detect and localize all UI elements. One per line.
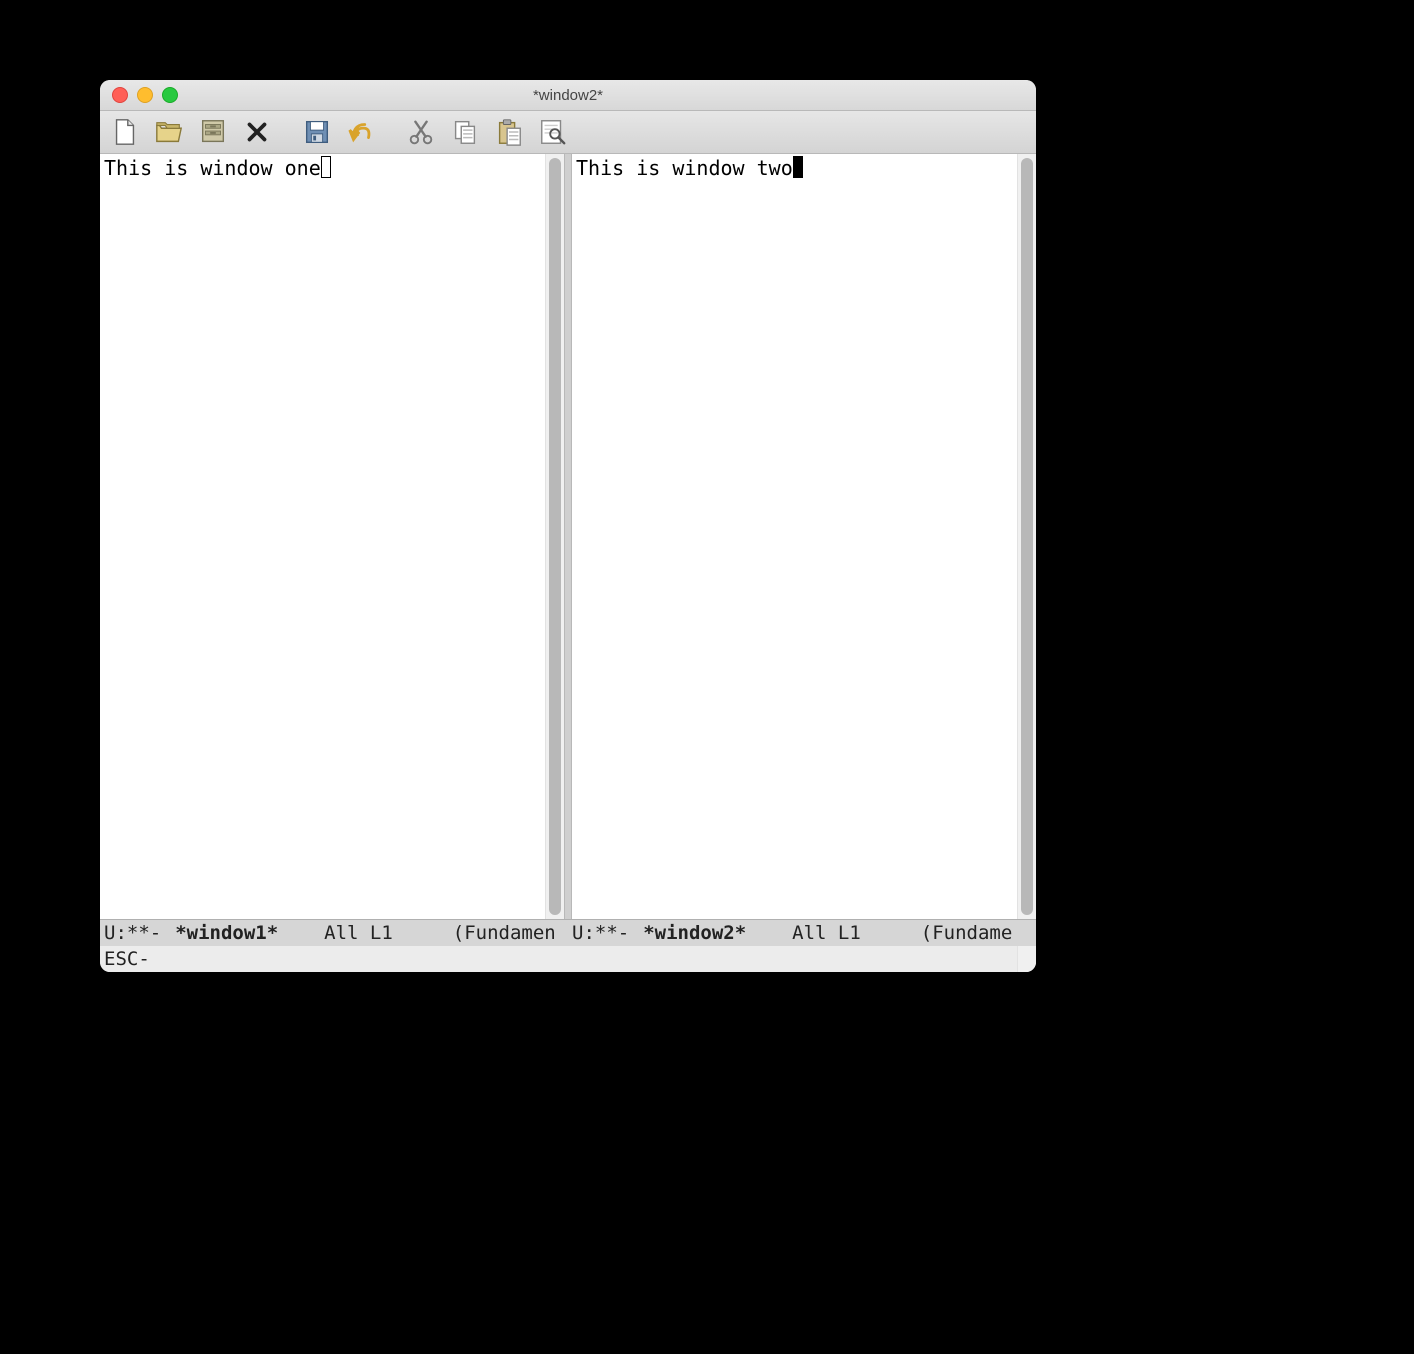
pane-divider[interactable] <box>564 154 572 919</box>
search-icon <box>538 117 568 147</box>
toolbar <box>100 111 1036 154</box>
app-window: *window2* <box>100 80 1036 972</box>
right-text: This is window two <box>576 156 793 180</box>
copy-icon <box>450 117 480 147</box>
search-button[interactable] <box>536 115 570 149</box>
close-x-icon <box>242 117 272 147</box>
open-folder-icon <box>154 117 184 147</box>
right-buffer[interactable]: This is window two <box>572 154 1017 919</box>
paste-button[interactable] <box>492 115 526 149</box>
drawer-icon <box>198 117 228 147</box>
modeline-row: U:**- *window1* All L1 (Fundamen U:**- *… <box>100 919 1036 946</box>
dired-button[interactable] <box>196 115 230 149</box>
traffic-lights <box>112 87 178 103</box>
editor-area: This is window one This is window two <box>100 154 1036 919</box>
modeline-buffer-name: *window1* <box>175 922 278 944</box>
modeline-mode: (Fundamen <box>453 922 556 944</box>
scrollbar-thumb[interactable] <box>1021 158 1033 915</box>
new-file-button[interactable] <box>108 115 142 149</box>
right-pane[interactable]: This is window two <box>572 154 1036 919</box>
save-icon <box>302 117 332 147</box>
paste-icon <box>494 117 524 147</box>
copy-button[interactable] <box>448 115 482 149</box>
close-buffer-button[interactable] <box>240 115 274 149</box>
modeline-status: U:**- <box>572 922 629 944</box>
new-file-icon <box>110 117 140 147</box>
save-button[interactable] <box>300 115 334 149</box>
cut-icon <box>406 117 436 147</box>
left-buffer[interactable]: This is window one <box>100 154 545 919</box>
left-pane[interactable]: This is window one <box>100 154 564 919</box>
minibuffer[interactable]: ESC- <box>100 946 1036 972</box>
minimize-window-button[interactable] <box>137 87 153 103</box>
modeline-position: All L1 <box>324 922 393 944</box>
modeline-mode: (Fundame <box>921 922 1013 944</box>
undo-button[interactable] <box>344 115 378 149</box>
close-window-button[interactable] <box>112 87 128 103</box>
window-title: *window2* <box>100 87 1036 104</box>
titlebar[interactable]: *window2* <box>100 80 1036 111</box>
scrollbar-thumb[interactable] <box>549 158 561 915</box>
modeline-position: All L1 <box>792 922 861 944</box>
right-modeline[interactable]: U:**- *window2* All L1 (Fundame <box>568 920 1036 946</box>
modeline-status: U:**- <box>104 922 161 944</box>
undo-icon <box>346 117 376 147</box>
minibuffer-text: ESC- <box>104 948 150 970</box>
left-text: This is window one <box>104 156 321 180</box>
cursor-hollow <box>321 156 331 178</box>
cursor-solid <box>793 156 803 178</box>
minibuffer-scrollbar <box>1017 946 1036 972</box>
modeline-buffer-name: *window2* <box>643 922 746 944</box>
right-scrollbar[interactable] <box>1017 154 1036 919</box>
left-modeline[interactable]: U:**- *window1* All L1 (Fundamen <box>100 920 568 946</box>
cut-button[interactable] <box>404 115 438 149</box>
zoom-window-button[interactable] <box>162 87 178 103</box>
left-scrollbar[interactable] <box>545 154 564 919</box>
open-file-button[interactable] <box>152 115 186 149</box>
